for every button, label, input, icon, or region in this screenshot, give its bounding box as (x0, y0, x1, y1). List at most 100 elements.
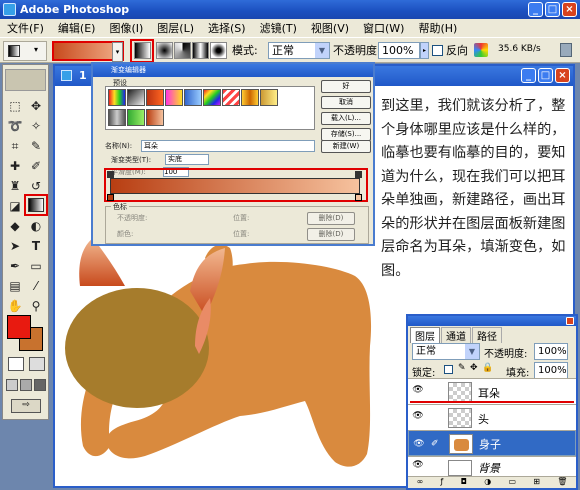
lock-transparency-checkbox[interactable] (444, 365, 453, 374)
visibility-eye-icon[interactable]: 👁 (411, 385, 425, 397)
load-button[interactable]: 载入(L)... (321, 112, 371, 125)
preset-swatch[interactable] (127, 109, 145, 126)
new-layer-icon[interactable]: ⊞ (533, 477, 540, 488)
tab-channels[interactable]: 通道 (441, 327, 471, 343)
layer-row-background[interactable]: 👁 背景 (408, 456, 576, 476)
opacity-stop-right[interactable] (355, 171, 362, 178)
path-selection-tool-icon[interactable]: ➤ (6, 237, 24, 255)
preset-swatch[interactable] (108, 109, 126, 126)
radial-gradient-button[interactable] (156, 42, 173, 59)
cancel-button[interactable]: 取消 (321, 96, 371, 109)
gradient-picker-swatch[interactable]: ▾ (52, 41, 124, 62)
tab-paths[interactable]: 路径 (472, 327, 502, 343)
opacity-stop-left[interactable] (107, 171, 114, 178)
close-button[interactable]: × (562, 2, 577, 17)
color-stop-right[interactable] (355, 194, 362, 201)
zoom-tool-icon[interactable]: ⚲ (27, 297, 45, 315)
quick-mask-icon[interactable] (29, 357, 45, 371)
preset-swatch[interactable] (241, 89, 259, 106)
gradient-tool-icon[interactable] (28, 198, 44, 212)
slice-tool-icon[interactable]: ✎ (27, 137, 45, 155)
crop-tool-icon[interactable]: ⌗ (6, 137, 24, 155)
panel-close-icon[interactable] (566, 317, 574, 325)
adjustment-layer-icon[interactable]: ◑ (484, 477, 491, 488)
preset-swatch[interactable] (222, 89, 240, 106)
preset-swatch[interactable] (165, 89, 183, 106)
eraser-tool-icon[interactable]: ◪ (6, 197, 24, 215)
layer-row-head[interactable]: 👁 头 (408, 404, 576, 430)
ok-button[interactable]: 好 (321, 80, 371, 93)
dodge-tool-icon[interactable]: ◐ (27, 217, 45, 235)
pen-tool-icon[interactable]: ✒ (6, 257, 24, 275)
visibility-eye-icon[interactable]: 👁 (411, 411, 425, 423)
menu-window[interactable]: 窗口(W) (356, 20, 411, 36)
menu-view[interactable]: 视图(V) (304, 20, 356, 36)
preset-swatch[interactable] (146, 89, 164, 106)
lock-all-icon[interactable]: 🔒 (482, 363, 493, 373)
preset-swatch[interactable] (184, 89, 202, 106)
menu-image[interactable]: 图像(I) (102, 20, 150, 36)
eyedropper-tool-icon[interactable]: ⁄ (27, 277, 45, 295)
tool-preset-picker[interactable]: ▾ (3, 41, 47, 61)
blend-mode-select[interactable]: 正常 ▼ (412, 343, 480, 360)
marquee-tool-icon[interactable]: ⬚ (6, 97, 24, 115)
name-input[interactable]: 耳朵 (141, 140, 315, 152)
blur-tool-icon[interactable]: ◆ (6, 217, 24, 235)
visibility-eye-icon[interactable]: 👁 (412, 437, 426, 449)
doc-maximize-button[interactable]: □ (538, 68, 553, 83)
imageready-jump-icon[interactable]: ⇨ (11, 399, 41, 413)
foreground-color-swatch[interactable] (7, 315, 31, 339)
new-button[interactable]: 新建(W) (321, 140, 371, 153)
delete-stop-button-1[interactable]: 删除(D) (307, 212, 355, 225)
magic-wand-tool-icon[interactable]: ✧ (27, 117, 45, 135)
shape-tool-icon[interactable]: ▭ (27, 257, 45, 275)
brush-tool-icon[interactable]: ✐ (27, 157, 45, 175)
menu-help[interactable]: 帮助(H) (411, 20, 464, 36)
doc-close-button[interactable]: × (555, 68, 570, 83)
preset-swatch[interactable] (108, 89, 126, 106)
doc-minimize-button[interactable]: _ (521, 68, 536, 83)
delete-layer-icon[interactable]: 🗑 (557, 477, 567, 488)
color-stop-left[interactable] (107, 194, 114, 201)
fill-input[interactable]: 100% (534, 362, 568, 379)
type-tool-icon[interactable]: T (27, 237, 45, 255)
layer-opacity-input[interactable]: 100% (534, 343, 568, 360)
maximize-button[interactable]: □ (545, 2, 560, 17)
palette-well-icon[interactable] (560, 43, 572, 57)
opacity-slider-arrow[interactable]: ▸ (420, 42, 429, 59)
layer-mask-icon[interactable]: ◘ (461, 477, 467, 488)
reverse-checkbox[interactable] (432, 45, 443, 56)
preset-swatch[interactable] (146, 109, 164, 126)
delete-stop-button-2[interactable]: 删除(D) (307, 228, 355, 241)
gradient-preview-bar[interactable] (110, 178, 360, 194)
clone-stamp-tool-icon[interactable]: ♜ (6, 177, 24, 195)
angle-gradient-button[interactable] (174, 42, 191, 59)
layer-row-body[interactable]: 👁 ✐ 身子 (408, 430, 576, 456)
move-tool-icon[interactable]: ✥ (27, 97, 45, 115)
history-brush-tool-icon[interactable]: ↺ (27, 177, 45, 195)
screen-mode-menu-icon[interactable] (20, 379, 32, 391)
lasso-tool-icon[interactable]: ➰ (6, 117, 24, 135)
menu-layer[interactable]: 图层(L) (150, 20, 201, 36)
link-layers-icon[interactable]: ∞ (417, 477, 424, 488)
menu-edit[interactable]: 编辑(E) (51, 20, 103, 36)
gradient-type-select[interactable]: 实底 (165, 154, 209, 165)
menu-select[interactable]: 选择(S) (201, 20, 253, 36)
opacity-input[interactable]: 100% (378, 42, 420, 59)
preset-swatch[interactable] (260, 89, 278, 106)
preset-swatch[interactable] (203, 89, 221, 106)
screen-mode-full-icon[interactable] (34, 379, 46, 391)
tab-layers[interactable]: 图层 (410, 327, 440, 343)
preset-swatch[interactable] (127, 89, 145, 106)
healing-brush-tool-icon[interactable]: ✚ (6, 157, 24, 175)
notes-tool-icon[interactable]: ▤ (6, 277, 24, 295)
minimize-button[interactable]: _ (528, 2, 543, 17)
layer-style-icon[interactable]: ƒ (441, 477, 444, 488)
standard-mode-icon[interactable] (8, 357, 24, 371)
hand-tool-icon[interactable]: ✋ (6, 297, 24, 315)
linear-gradient-button[interactable] (134, 42, 151, 59)
reflected-gradient-button[interactable] (192, 42, 209, 59)
menu-filter[interactable]: 滤镜(T) (253, 20, 304, 36)
visibility-eye-icon[interactable]: 👁 (411, 460, 425, 472)
mode-select[interactable]: 正常 ▼ (268, 42, 330, 59)
